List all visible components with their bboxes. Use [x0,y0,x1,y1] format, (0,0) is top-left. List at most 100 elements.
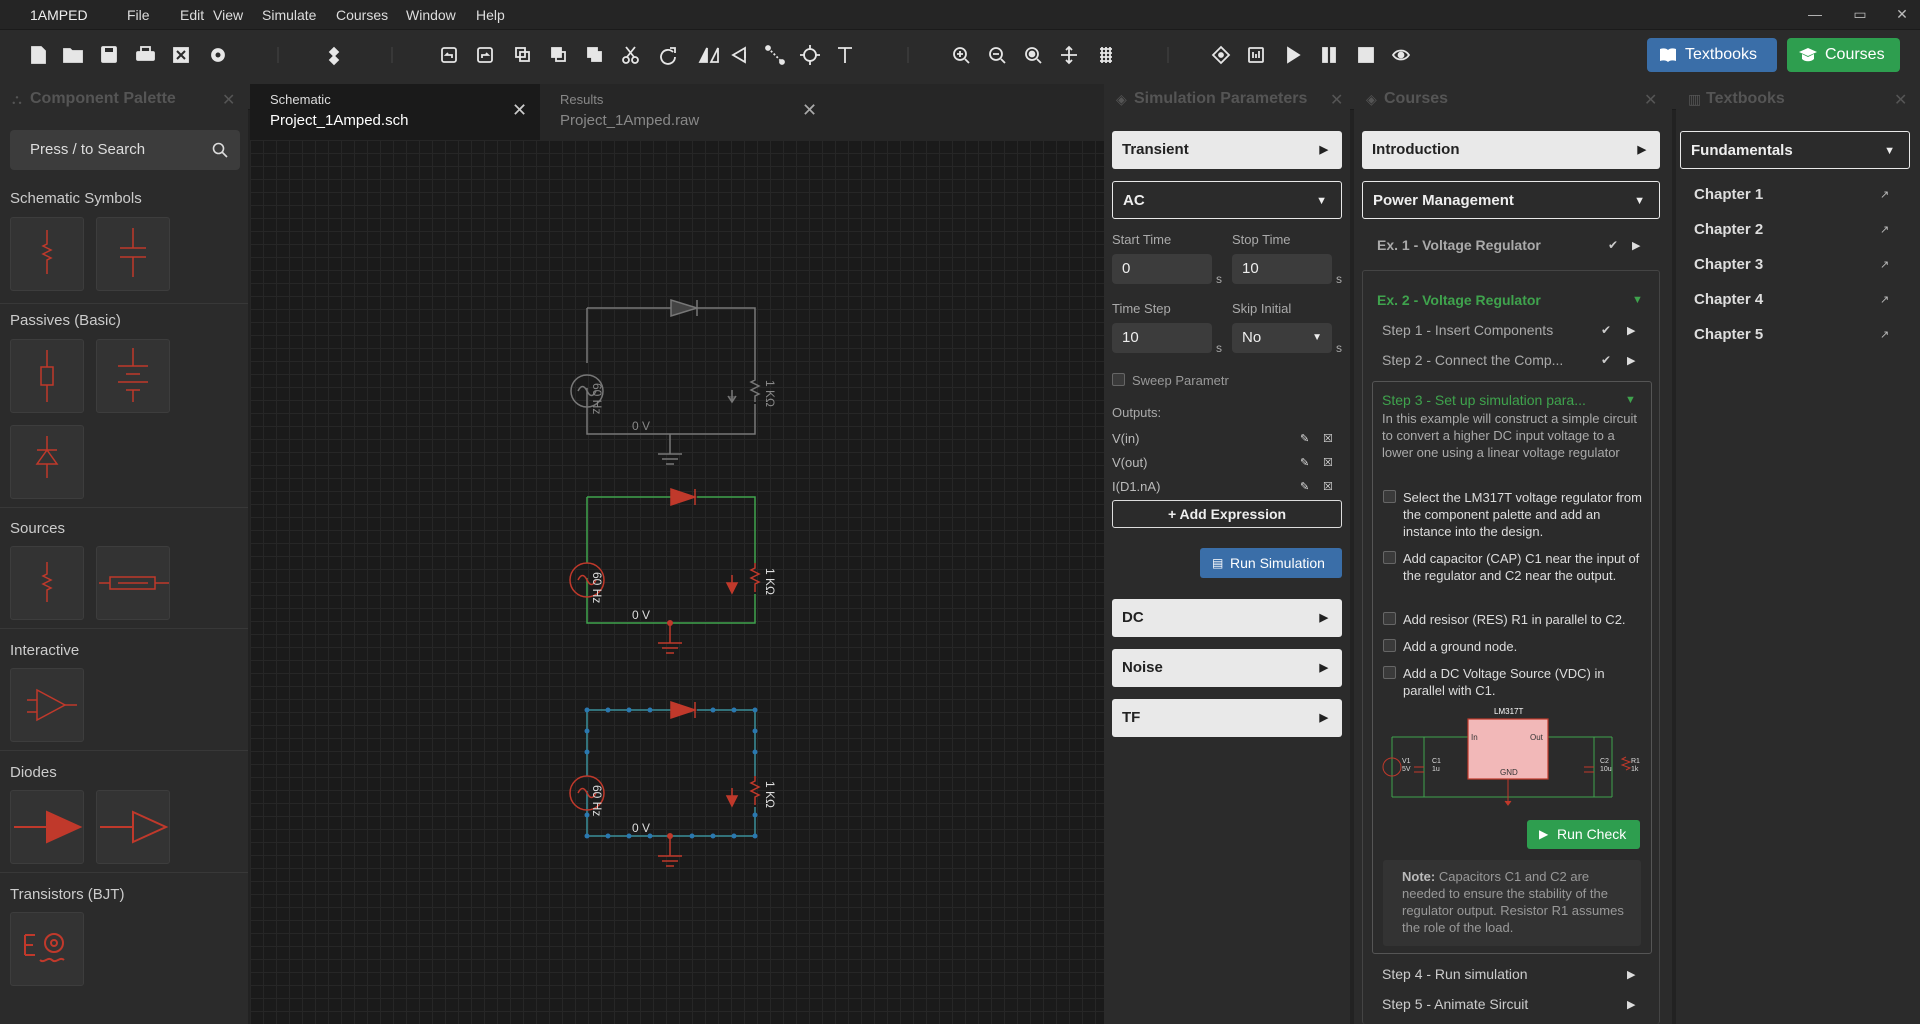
chevron-down-icon[interactable]: ▼ [1632,294,1643,306]
outputs-label: Outputs: [1112,405,1162,420]
waveform-icon: ▤ [1212,556,1224,570]
power-management-label: Power Management [1373,192,1514,209]
tf-section[interactable]: TF ▶ [1112,699,1342,737]
time-step-input[interactable]: 10 [1112,323,1212,353]
stop-icon[interactable] [1358,47,1374,63]
sim-panel-icon: ◈ [1116,91,1127,107]
chevron-right-icon[interactable]: ▶ [1632,239,1640,252]
step-4[interactable]: Step 4 - Run simulation [1382,966,1528,982]
sweep-checkbox[interactable] [1112,373,1125,386]
external-link-icon[interactable]: ↗ [1880,223,1889,236]
edit-icon[interactable]: ✎ [1300,456,1309,469]
task-checkbox[interactable] [1383,666,1396,679]
chapter-link[interactable]: Chapter 4 [1694,291,1763,308]
chapter-link[interactable]: Chapter 5 [1694,326,1763,343]
textbooks-panel-close-icon[interactable]: ✕ [1894,90,1907,110]
step-2[interactable]: Step 2 - Connect the Comp... [1382,352,1563,368]
external-link-icon[interactable]: ↗ [1880,188,1889,201]
step-3[interactable]: Step 3 - Set up simulation para... [1382,392,1586,408]
dc-label: DC [1122,609,1144,626]
courses-panel-icon: ◈ [1366,91,1377,107]
chevron-down-icon[interactable]: ▼ [1625,394,1636,406]
pause-icon[interactable] [1322,47,1336,63]
external-link-icon[interactable]: ↗ [1880,258,1889,271]
step-5[interactable]: Step 5 - Animate Sircuit [1382,996,1528,1012]
chevron-right-icon: ▶ [1319,612,1328,624]
delete-icon[interactable]: ☒ [1323,480,1333,493]
close-window-button[interactable]: ✕ [1888,3,1916,25]
source-label: 60 Hz [590,785,604,817]
textbook-select[interactable]: Fundamentals ▼ [1680,131,1910,169]
courses-panel-close-icon[interactable]: ✕ [1644,90,1657,110]
stop-time-input[interactable]: 10 [1232,254,1332,284]
chevron-right-icon[interactable]: ▶ [1627,324,1635,337]
note-label: Note: [1402,869,1436,884]
maximize-button[interactable]: ▭ [1846,3,1874,25]
note-text: Note: Capacitors C1 and C2 are needed to… [1402,868,1630,936]
circuit-active [569,487,761,654]
start-time-input[interactable]: 0 [1112,254,1212,284]
note-body: Capacitors C1 and C2 are needed to ensur… [1402,869,1624,935]
task-checkbox[interactable] [1383,612,1396,625]
task-text: Select the LM317T voltage regulator from… [1403,490,1642,539]
textbook-selected: Fundamentals [1691,142,1793,159]
ground-label: 0 V [632,608,651,622]
dc-section[interactable]: DC ▶ [1112,599,1342,637]
step-1[interactable]: Step 1 - Insert Components [1382,322,1553,338]
skip-initial-value: No [1242,329,1262,346]
ac-section[interactable]: AC ▼ [1112,181,1342,219]
textbooks-panel-icon: ▥ [1688,91,1702,107]
run-check-button[interactable]: ▶ Run Check [1527,820,1640,849]
task-checkbox[interactable] [1383,551,1396,564]
courses-button[interactable]: Courses [1787,38,1900,72]
source-label: 60 Hz [590,572,604,604]
stop-time-label: Stop Time [1232,232,1291,247]
transient-section[interactable]: Transient ▶ [1112,131,1342,169]
noise-section[interactable]: Noise ▶ [1112,649,1342,687]
delete-icon[interactable]: ☒ [1323,456,1333,469]
load-label: 1 KΩ [763,568,777,595]
exercise-2[interactable]: Ex. 2 - Voltage Regulator [1377,292,1541,308]
run-simulation-button[interactable]: ▤ Run Simulation [1200,548,1342,578]
load-label: 1 KΩ [763,380,777,407]
output-item: V(out) [1112,455,1148,470]
time-step-unit: s [1216,341,1222,355]
skip-initial-select[interactable]: No ▼ [1232,323,1332,353]
courses-panel-title: Courses [1384,90,1449,107]
skip-initial-unit: s [1336,341,1342,355]
chapter-link[interactable]: Chapter 1 [1694,186,1763,203]
edit-icon[interactable]: ✎ [1300,432,1309,445]
start-time-unit: s [1216,272,1222,286]
check-icon: ✔ [1601,353,1612,367]
play-icon[interactable] [1287,46,1301,64]
task-text: Add a DC Voltage Source (VDC) in paralle… [1403,666,1605,698]
simulate-probe-icon[interactable] [1211,45,1231,65]
chevron-right-icon[interactable]: ▶ [1627,354,1635,367]
add-expression-button[interactable]: + Add Expression [1112,500,1342,528]
stop-time-unit: s [1336,272,1342,286]
task-checkbox[interactable] [1383,639,1396,652]
sweep-label: Sweep Parametr [1132,373,1229,388]
minimize-button[interactable]: — [1801,3,1829,25]
chapter-link[interactable]: Chapter 3 [1694,256,1763,273]
chapter-link[interactable]: Chapter 2 [1694,221,1763,238]
delete-icon[interactable]: ☒ [1323,432,1333,445]
textbooks-label: Textbooks [1685,46,1758,63]
waveform-icon[interactable] [1248,47,1264,63]
schematic-circuits [569,298,761,867]
task-checkbox[interactable] [1383,490,1396,503]
textbooks-button[interactable]: Textbooks [1647,38,1777,72]
textbooks-panel-title: Textbooks [1706,90,1785,107]
course-power-management[interactable]: Power Management ▼ [1362,181,1660,219]
ground-label: 0 V [632,821,651,835]
external-link-icon[interactable]: ↗ [1880,328,1889,341]
sim-panel-close-icon[interactable]: ✕ [1330,90,1343,110]
external-link-icon[interactable]: ↗ [1880,293,1889,306]
exercise-1[interactable]: Ex. 1 - Voltage Regulator [1377,237,1541,253]
course-introduction[interactable]: Introduction ▶ [1362,131,1660,169]
edit-icon[interactable]: ✎ [1300,480,1309,493]
eye-icon[interactable] [1391,49,1411,61]
chevron-right-icon[interactable]: ▶ [1627,968,1635,981]
chevron-right-icon: ▶ [1319,144,1328,156]
chevron-right-icon[interactable]: ▶ [1627,998,1635,1011]
